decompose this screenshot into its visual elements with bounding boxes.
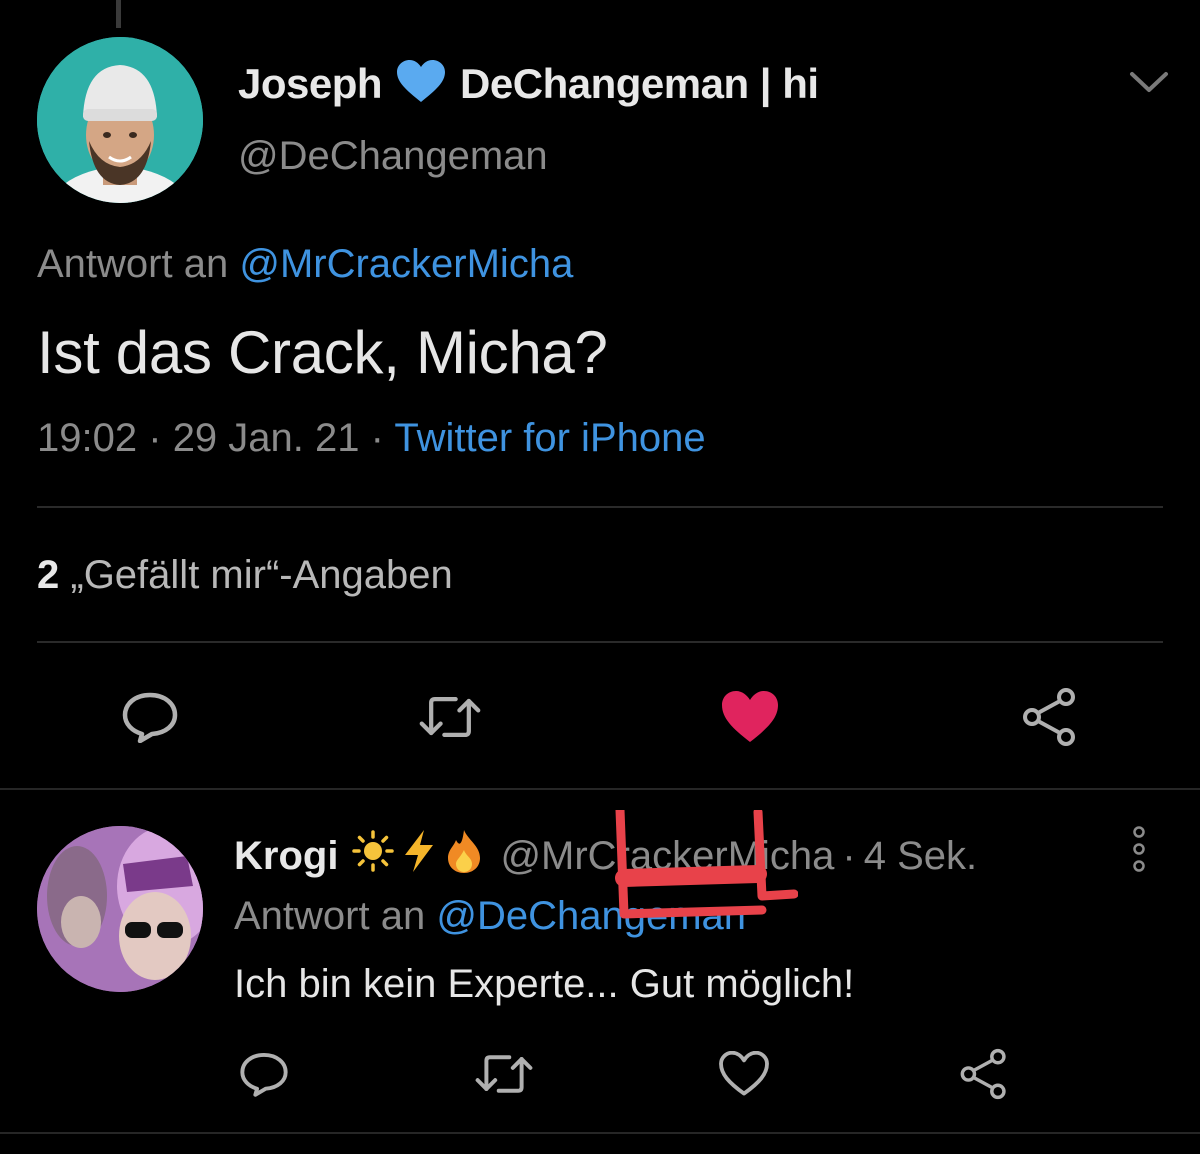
reply-button[interactable] — [232, 1042, 296, 1106]
meta-separator: · — [370, 416, 384, 460]
reply-tweet-text: Ich bin kein Experte... Gut möglich! — [234, 962, 855, 1006]
share-button[interactable] — [1018, 685, 1082, 749]
retweet-icon — [475, 1055, 533, 1093]
reply-button[interactable] — [118, 685, 182, 749]
reply-to-link[interactable]: @MrCrackerMicha — [239, 242, 573, 286]
heart-filled-icon — [722, 691, 778, 742]
likes-summary[interactable]: 2 „Gefällt mir“-Angaben — [37, 553, 453, 598]
reply-context: Antwort an @MrCrackerMicha — [37, 242, 573, 287]
author-handle[interactable]: @DeChangeman — [238, 134, 548, 179]
like-button[interactable] — [718, 685, 782, 749]
heart-outline-icon — [719, 1051, 769, 1096]
fire-icon — [444, 828, 484, 884]
share-button[interactable] — [952, 1042, 1016, 1106]
divider — [37, 506, 1163, 508]
share-icon — [1023, 688, 1075, 746]
retweet-icon — [419, 697, 481, 737]
avatar[interactable] — [37, 826, 203, 992]
likes-label: „Gefällt mir“-Angaben — [70, 553, 453, 597]
lightning-icon — [402, 829, 436, 883]
blue-heart-icon — [396, 59, 446, 109]
meta-separator: · — [148, 416, 162, 460]
retweet-button[interactable] — [472, 1042, 536, 1106]
retweet-button[interactable] — [418, 685, 482, 749]
display-name-rest: DeChangeman | hi — [460, 60, 819, 107]
meta-separator: · — [842, 833, 856, 878]
reply-prefix: Antwort an — [234, 894, 426, 938]
display-name-first: Joseph — [238, 60, 383, 107]
tweet-separator — [0, 1132, 1200, 1134]
avatar[interactable] — [37, 37, 203, 203]
likes-count: 2 — [37, 553, 60, 597]
tweet-date: 29 Jan. 21 — [172, 416, 360, 460]
tweet-text: Ist das Crack, Micha? — [37, 319, 608, 386]
tweet-time: 19:02 — [37, 416, 138, 460]
thread-line — [116, 0, 121, 28]
red-annotation-marker — [612, 805, 799, 920]
reply-icon — [122, 692, 178, 743]
author-name[interactable]: Joseph DeChangeman | hi — [238, 58, 819, 110]
tweet-meta: 19:02 · 29 Jan. 21 · Twitter for iPhone — [37, 416, 706, 461]
share-icon — [960, 1048, 1006, 1100]
reply-time: 4 Sek. — [863, 833, 978, 878]
tweet-source-link[interactable]: Twitter for iPhone — [394, 416, 705, 460]
like-button[interactable] — [712, 1042, 776, 1106]
reply-prefix: Antwort an — [37, 242, 229, 286]
chevron-down-icon[interactable] — [1126, 66, 1172, 98]
reply-author-name[interactable]: Krogi — [234, 834, 338, 879]
reply-header: Krogi @MrCrackerMicha · 4 Sek. — [234, 828, 977, 884]
tweet-separator — [0, 788, 1200, 790]
more-options-icon[interactable] — [1127, 826, 1151, 872]
reply-icon — [240, 1052, 288, 1097]
divider — [37, 641, 1163, 643]
sun-icon — [352, 830, 395, 882]
